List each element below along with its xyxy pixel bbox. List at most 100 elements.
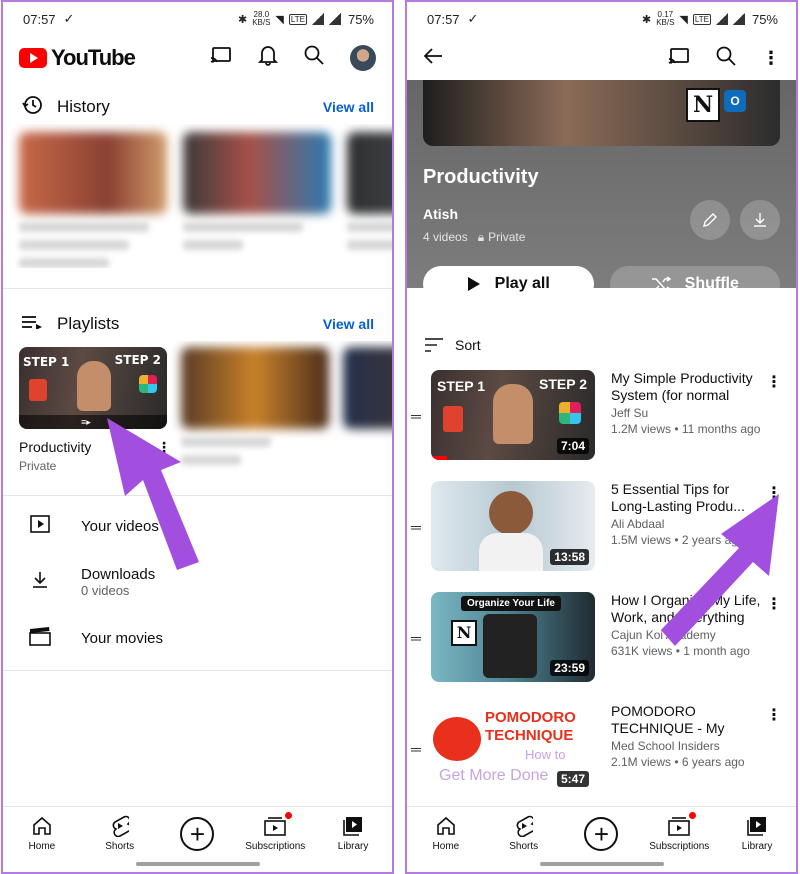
- video-duration: 23:59: [550, 660, 589, 676]
- logo-text: YouTube: [51, 45, 136, 70]
- playlist-thumbnail[interactable]: STEP 1 STEP 2 ≡▸: [19, 347, 167, 429]
- nav-home-label: Home: [432, 841, 460, 852]
- video-more-icon[interactable]: ⋮: [766, 372, 782, 392]
- thumb-step2-text: STEP 2: [539, 376, 587, 392]
- your-movies-item[interactable]: Your movies: [3, 610, 392, 666]
- drag-handle-icon[interactable]: ═: [411, 630, 425, 646]
- playlists-title: Playlists: [57, 314, 120, 333]
- video-thumbnail[interactable]: 13:58: [431, 481, 595, 571]
- history-header: History View all: [3, 90, 392, 124]
- downloads-item[interactable]: Downloads 0 videos: [3, 554, 392, 610]
- drag-handle-icon[interactable]: ═: [411, 408, 425, 424]
- video-duration: 7:04: [556, 438, 589, 454]
- lock-icon: 🔒︎: [477, 230, 485, 244]
- nav-shorts-label: Shorts: [509, 841, 539, 852]
- video-meta: 631K views • 1 month ago: [611, 644, 750, 658]
- playlists-list: STEP 1 STEP 2 ≡▸ Productivity Private ⋮: [3, 341, 392, 473]
- history-item[interactable]: [347, 132, 392, 268]
- avatar[interactable]: [350, 45, 376, 71]
- subscriptions-icon: [264, 812, 293, 837]
- history-view-all-link[interactable]: View all: [323, 99, 374, 115]
- battery-level: 75%: [347, 11, 374, 27]
- nav-subscriptions[interactable]: Subscriptions: [237, 812, 313, 852]
- playlists-header: Playlists View all: [3, 307, 392, 341]
- playlist-card-productivity[interactable]: STEP 1 STEP 2 ≡▸ Productivity Private ⋮: [19, 347, 171, 473]
- search-icon[interactable]: [304, 45, 324, 71]
- playlist-privacy: Private: [19, 459, 57, 473]
- sort-button[interactable]: Sort: [407, 320, 796, 370]
- playlist-card[interactable]: [343, 347, 392, 473]
- play-all-label: Play all: [494, 275, 550, 292]
- video-more-icon[interactable]: ⋮: [766, 483, 782, 503]
- clapperboard-icon: [29, 626, 51, 651]
- history-item[interactable]: [183, 132, 331, 268]
- thumb-organize-text: Organize Your Life: [461, 596, 561, 611]
- nav-home[interactable]: Home: [4, 815, 80, 852]
- playlist-video-row[interactable]: ═ Organize Your Life N 23:59 How I Organ…: [407, 592, 796, 703]
- check-circle-icon: ✓: [467, 11, 479, 26]
- nav-library-label: Library: [741, 841, 773, 852]
- nav-library[interactable]: Library: [315, 815, 391, 852]
- playlist-owner[interactable]: Atish: [423, 206, 458, 222]
- playlist-video-row[interactable]: ═ POMODORO TECHNIQUE How to Get More Don…: [407, 703, 796, 814]
- video-play-icon: [29, 514, 51, 538]
- notification-bell-icon[interactable]: [257, 44, 279, 72]
- network-speed: 28.0 KB/S: [252, 10, 271, 27]
- playlists-view-all-link[interactable]: View all: [323, 316, 374, 332]
- status-time: 07:57: [427, 11, 460, 27]
- nav-library[interactable]: Library: [719, 815, 795, 852]
- playlist-more-icon[interactable]: ⋮: [157, 439, 171, 456]
- playlist-video-row[interactable]: ═ 13:58 5 Essential Tips for Long-Lastin…: [407, 481, 796, 592]
- create-plus-icon: +: [180, 817, 215, 851]
- video-duration: 5:47: [556, 771, 589, 787]
- nav-create[interactable]: +: [159, 815, 235, 851]
- thumb-getmore-text: Get More Done: [439, 767, 549, 784]
- shuffle-button[interactable]: Shuffle: [609, 266, 780, 302]
- search-icon[interactable]: [716, 46, 736, 71]
- back-arrow-icon[interactable]: [423, 47, 443, 70]
- gesture-bar: [135, 862, 260, 866]
- video-channel: Ali Abdaal: [611, 517, 665, 531]
- video-title: How I Organize My Life, Work, and Everyt…: [611, 592, 761, 625]
- library-icon: [343, 815, 363, 837]
- video-more-icon[interactable]: ⋮: [766, 594, 782, 614]
- video-thumbnail[interactable]: STEP 1 STEP 2 7:04: [431, 370, 595, 460]
- cast-icon[interactable]: [210, 46, 232, 70]
- video-thumbnail[interactable]: Organize Your Life N 23:59: [431, 592, 595, 682]
- play-all-button[interactable]: Play all: [423, 266, 594, 302]
- cast-icon[interactable]: [668, 47, 690, 70]
- nav-library-label: Library: [337, 841, 369, 852]
- nav-create[interactable]: +: [563, 815, 639, 851]
- nav-shorts-label: Shorts: [105, 841, 135, 852]
- status-bar: 07:57 ✓ ✱ 0.17 KB/S ◥ LTE 75%: [407, 2, 796, 36]
- video-thumbnail[interactable]: POMODORO TECHNIQUE How to Get More Done …: [431, 703, 595, 793]
- history-list: [3, 124, 392, 268]
- left-phone-screen: 07:57 ✓ ✱ 28.0 KB/S ◥ LTE 75% YouTube Hi…: [1, 0, 394, 874]
- history-title: History: [57, 97, 110, 116]
- youtube-logo[interactable]: YouTube: [19, 45, 136, 71]
- thumb-technique-text: TECHNIQUE: [485, 727, 574, 744]
- nav-home[interactable]: Home: [408, 815, 484, 852]
- drag-handle-icon[interactable]: ═: [411, 519, 425, 535]
- edit-pencil-icon[interactable]: [690, 200, 730, 240]
- playlist-card[interactable]: [181, 347, 329, 473]
- volte-icon: LTE: [288, 13, 307, 25]
- nav-shorts[interactable]: Shorts: [486, 815, 562, 852]
- more-options-icon[interactable]: ⋮: [762, 48, 780, 69]
- drag-handle-icon[interactable]: ═: [411, 741, 425, 757]
- video-duration: 13:58: [550, 549, 589, 565]
- nav-subscriptions[interactable]: Subscriptions: [641, 812, 717, 852]
- history-item[interactable]: [19, 132, 167, 268]
- nav-shorts[interactable]: Shorts: [82, 815, 158, 852]
- video-more-icon[interactable]: ⋮: [766, 705, 782, 725]
- signal-icon: [311, 13, 324, 25]
- thumb-step2-text: STEP 2: [114, 353, 161, 367]
- playlist-header: 07:57 ✓ ✱ 0.17 KB/S ◥ LTE 75% ⋮ N O Prod…: [407, 2, 796, 302]
- download-icon[interactable]: [740, 200, 780, 240]
- play-icon: [467, 277, 480, 291]
- thumb-howto-text: How to: [525, 747, 566, 762]
- downloads-label: Downloads: [81, 566, 156, 583]
- shorts-icon: [515, 815, 533, 837]
- playlist-video-row[interactable]: ═ STEP 1 STEP 2 7:04 My Simple Productiv…: [407, 370, 796, 481]
- your-videos-item[interactable]: Your videos: [3, 498, 392, 554]
